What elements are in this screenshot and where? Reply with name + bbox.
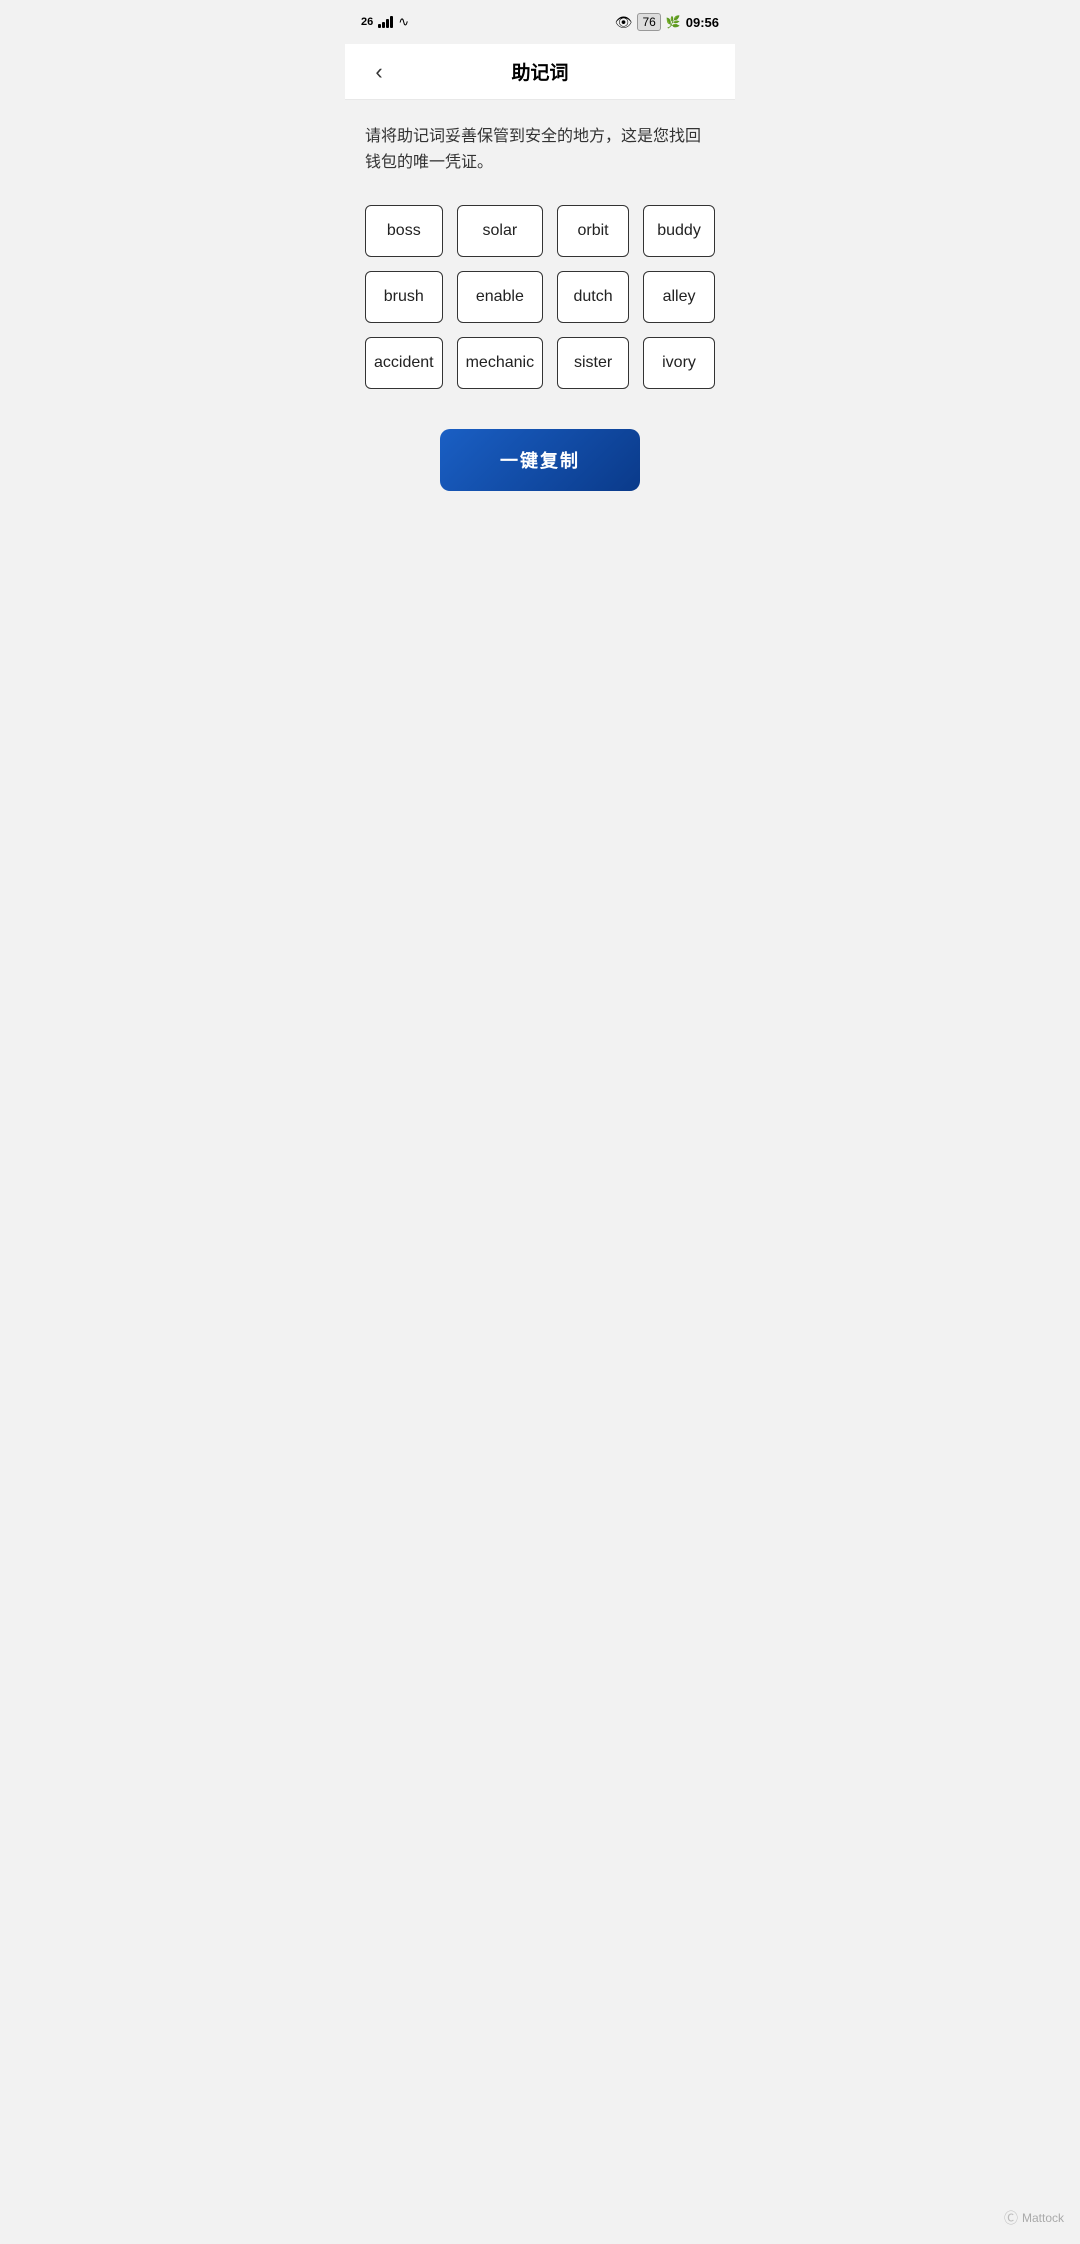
mnemonic-word-11: sister	[557, 337, 629, 389]
copy-button-wrapper: 一键复制	[365, 429, 715, 491]
mnemonic-word-5: brush	[365, 271, 443, 323]
mnemonic-grid: boss solar orbit buddy brush enable dutch alley…	[365, 205, 715, 389]
main-content: 请将助记词妥善保管到安全的地方，这是您找回钱包的唯一凭证。 boss solaro…	[345, 100, 735, 511]
footer-watermark: Ⓒ Mattock	[1004, 2208, 1064, 2228]
wifi-icon: ∿	[398, 14, 409, 30]
clock-time: 09:56	[686, 15, 719, 30]
mnemonic-word-2: solar	[457, 205, 543, 257]
mnemonic-word-12: ivory	[643, 337, 715, 389]
carrier-badge: 26	[361, 16, 373, 28]
status-bar: 26 ∿ 👁 76 🌿 09:56	[345, 0, 735, 44]
description-text: 请将助记词妥善保管到安全的地方，这是您找回钱包的唯一凭证。	[365, 124, 715, 175]
signal-icon	[378, 16, 393, 28]
status-left: 26 ∿	[361, 14, 409, 30]
battery-level: 76	[637, 13, 660, 31]
leaf-icon: 🌿	[666, 15, 681, 29]
mnemonic-word-1: boss	[365, 205, 443, 257]
mnemonic-word-6: enable	[457, 271, 543, 323]
eye-icon: 👁	[615, 14, 633, 31]
mnemonic-word-9: accident	[365, 337, 443, 389]
back-button[interactable]: ‹	[361, 54, 397, 90]
header: ‹ 助记词	[345, 44, 735, 100]
mnemonic-word-10: mechanic	[457, 337, 543, 389]
watermark-logo-icon: Ⓒ	[1004, 2208, 1018, 2228]
mnemonic-word-4: buddy	[643, 205, 715, 257]
copy-all-button[interactable]: 一键复制	[440, 429, 640, 491]
page-title: 助记词	[511, 58, 568, 85]
mnemonic-word-8: alley	[643, 271, 715, 323]
mnemonic-word-3: orbit	[557, 205, 629, 257]
mnemonic-word-7: dutch	[557, 271, 629, 323]
watermark-text: Mattock	[1022, 2211, 1064, 2225]
status-right: 👁 76 🌿 09:56	[615, 13, 719, 31]
